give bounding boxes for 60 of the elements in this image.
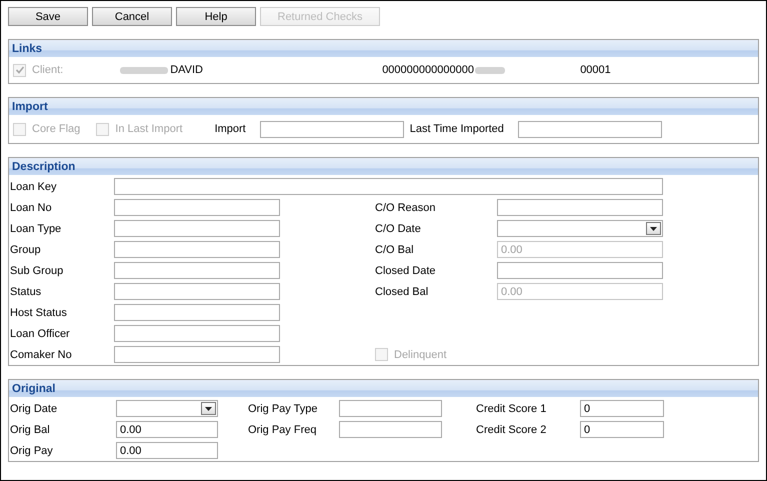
checkbox-label: Client: bbox=[32, 64, 64, 76]
field-label: Loan No bbox=[10, 202, 53, 214]
redacted-text bbox=[474, 66, 505, 74]
input-field[interactable] bbox=[497, 199, 663, 216]
field-label: C/O Bal bbox=[375, 244, 415, 256]
field-label: Loan Type bbox=[10, 222, 62, 234]
field-label: Sub Group bbox=[10, 264, 64, 276]
input-field[interactable] bbox=[339, 421, 442, 438]
checkbox-label: Core Flag bbox=[32, 123, 80, 135]
field-label: Host Status bbox=[10, 306, 68, 318]
client-name: DAVID bbox=[170, 64, 203, 76]
field-label: Orig Pay Type bbox=[248, 402, 318, 414]
input-field[interactable] bbox=[339, 400, 442, 417]
input-field[interactable]: 0.00 bbox=[116, 442, 218, 459]
field-label: Closed Bal bbox=[375, 286, 430, 298]
section-title: Description bbox=[12, 160, 76, 172]
input-field[interactable] bbox=[114, 325, 280, 342]
toolbar-button[interactable]: Save bbox=[8, 7, 88, 26]
input-field[interactable] bbox=[497, 262, 663, 279]
field-label: Orig Pay Freq bbox=[248, 424, 318, 436]
redacted-text bbox=[120, 66, 168, 74]
input-field[interactable] bbox=[114, 283, 280, 300]
field-label: C/O Reason bbox=[375, 202, 437, 214]
input-field[interactable] bbox=[114, 199, 280, 216]
field-label: Group bbox=[10, 244, 42, 256]
input-field[interactable] bbox=[260, 120, 404, 138]
toolbar-button[interactable]: Help bbox=[176, 7, 256, 26]
date-dropdown[interactable] bbox=[497, 220, 663, 237]
field-label: Import bbox=[214, 123, 246, 135]
field-label: Orig Pay bbox=[10, 444, 54, 456]
input-field[interactable] bbox=[114, 304, 280, 321]
input-field[interactable] bbox=[114, 241, 280, 258]
input-field[interactable] bbox=[114, 220, 280, 237]
field-label: Last Time Imported bbox=[410, 123, 504, 135]
field-label: Closed Date bbox=[375, 264, 437, 276]
input-field[interactable] bbox=[114, 262, 280, 279]
section-title: Original bbox=[12, 382, 56, 394]
field-label: Credit Score 1 bbox=[476, 402, 548, 414]
toolbar-button[interactable]: Cancel bbox=[92, 7, 172, 26]
checkbox-label: Delinquent bbox=[394, 348, 447, 360]
field-label: Comaker No bbox=[10, 348, 73, 360]
field-label: Loan Key bbox=[10, 180, 58, 192]
field-label: C/O Date bbox=[375, 222, 422, 234]
account-number: 000000000000000 bbox=[382, 64, 474, 76]
field-label: Status bbox=[10, 286, 42, 298]
input-field[interactable] bbox=[114, 178, 663, 195]
field-label: Orig Bal bbox=[10, 424, 51, 436]
account-suffix: 00001 bbox=[580, 64, 611, 76]
input-field[interactable]: 0.00 bbox=[116, 421, 218, 438]
input-field[interactable]: 0 bbox=[580, 400, 664, 417]
section-title: Import bbox=[12, 100, 48, 112]
field-label: Orig Date bbox=[10, 402, 58, 414]
input-field[interactable]: 0 bbox=[580, 421, 664, 438]
field-label: Credit Score 2 bbox=[476, 424, 548, 436]
date-dropdown[interactable] bbox=[116, 400, 218, 417]
input-field[interactable] bbox=[114, 346, 280, 363]
checkbox-label: In Last Import bbox=[115, 123, 183, 135]
input-field[interactable] bbox=[518, 120, 662, 138]
section-title: Links bbox=[12, 42, 42, 54]
field-label: Loan Officer bbox=[10, 328, 71, 340]
